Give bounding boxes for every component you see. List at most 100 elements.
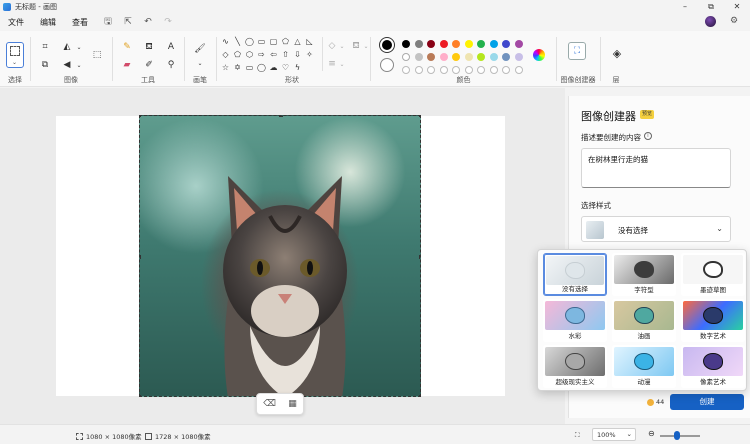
color-swatch[interactable]	[477, 40, 485, 48]
style-option[interactable]: 像素艺术	[681, 345, 745, 388]
color-swatch[interactable]	[402, 53, 410, 61]
undo-icon[interactable]: ↶	[140, 15, 156, 29]
erase-background-icon[interactable]: ⌫	[263, 399, 276, 409]
chevron-down-icon[interactable]: ⌄	[71, 58, 87, 72]
style-option[interactable]: 字符型	[612, 253, 676, 296]
color-swatch[interactable]	[477, 53, 485, 61]
share-icon[interactable]: ⇱	[120, 15, 136, 29]
style-option[interactable]: 数字艺术	[681, 299, 745, 342]
callout-rect-icon[interactable]: ▭	[244, 62, 255, 73]
maximize-button[interactable]: ⧉	[698, 0, 724, 13]
selection-tool-button[interactable]: ⌄	[6, 42, 24, 68]
oval-shape-icon[interactable]: ◯	[244, 36, 255, 47]
info-icon[interactable]: i	[644, 132, 652, 140]
resize-handle[interactable]	[140, 255, 141, 259]
left-arrow-shape-icon[interactable]: ⇦	[268, 49, 279, 60]
menu-edit[interactable]: 编辑	[32, 17, 64, 28]
style-option[interactable]: 水彩	[543, 299, 607, 342]
resize-handle[interactable]	[140, 395, 141, 396]
callout-oval-icon[interactable]: ◯	[256, 62, 267, 73]
four-point-star-icon[interactable]: ✧	[304, 49, 315, 60]
crop-icon[interactable]: ⌗	[37, 40, 53, 54]
color-swatch[interactable]	[514, 53, 523, 61]
chevron-down-icon[interactable]: ⌄	[71, 40, 87, 54]
color-swatch[interactable]	[452, 53, 460, 61]
diamond-shape-icon[interactable]: ◇	[220, 49, 231, 60]
color-swatch[interactable]	[464, 53, 473, 61]
polygon-shape-icon[interactable]: ⬠	[280, 36, 291, 47]
pentagon-shape-icon[interactable]: ⬠	[232, 49, 243, 60]
custom-color-slot[interactable]	[452, 66, 460, 74]
style-option[interactable]: 墨迹草图	[681, 253, 745, 296]
six-point-star-icon[interactable]: ✡	[232, 62, 243, 73]
resize-handle[interactable]	[279, 116, 283, 117]
resize-handle[interactable]	[140, 116, 141, 117]
zoom-dropdown[interactable]: 100% ⌄	[592, 428, 636, 441]
custom-color-slot[interactable]	[502, 66, 510, 74]
color-swatch[interactable]	[439, 53, 448, 61]
chevron-down-icon[interactable]: ⌄	[334, 57, 350, 71]
callout-cloud-icon[interactable]: ☁	[268, 62, 279, 73]
resize-handle[interactable]	[419, 255, 420, 259]
primary-color[interactable]	[380, 38, 394, 52]
custom-color-slot[interactable]	[427, 66, 435, 74]
generated-cat-image[interactable]	[139, 115, 421, 397]
edit-colors-icon[interactable]	[533, 49, 545, 61]
create-button[interactable]: 创建	[670, 394, 744, 410]
magnifier-icon[interactable]: ⚲	[163, 58, 179, 72]
chevron-down-icon[interactable]: ⌄	[192, 56, 208, 70]
settings-gear-icon[interactable]: ⚙	[726, 14, 742, 28]
custom-color-slot[interactable]	[402, 66, 410, 74]
resize-handle[interactable]	[419, 395, 420, 396]
style-option[interactable]: 没有选择	[543, 253, 607, 296]
text-icon[interactable]: A	[163, 40, 179, 54]
zoom-slider[interactable]	[660, 435, 700, 437]
secondary-color[interactable]	[380, 58, 394, 72]
menu-file[interactable]: 文件	[0, 17, 32, 28]
color-swatch[interactable]	[427, 40, 435, 48]
color-picker-icon[interactable]: ✐	[141, 58, 157, 72]
style-option[interactable]: 动漫	[612, 345, 676, 388]
zoom-slider-thumb[interactable]	[674, 431, 680, 440]
style-option[interactable]: 油画	[612, 299, 676, 342]
color-swatch[interactable]	[452, 40, 460, 48]
color-swatch[interactable]	[464, 40, 473, 48]
layers-icon[interactable]: ◈	[609, 46, 625, 60]
curve-shape-icon[interactable]: ∿	[220, 36, 231, 47]
color-swatch[interactable]	[414, 40, 423, 48]
account-avatar-icon[interactable]	[705, 16, 716, 27]
save-icon[interactable]: 🖫	[100, 15, 116, 29]
right-triangle-shape-icon[interactable]: ◺	[304, 36, 315, 47]
color-swatch[interactable]	[439, 40, 448, 48]
color-swatch[interactable]	[514, 40, 523, 48]
color-swatch[interactable]	[502, 53, 510, 61]
color-swatch[interactable]	[502, 40, 510, 48]
image-creator-button[interactable]: ⛶	[568, 42, 586, 60]
style-dropdown[interactable]: 没有选择 ⌄	[581, 216, 731, 242]
lightning-shape-icon[interactable]: ϟ	[292, 62, 303, 73]
color-swatch[interactable]	[489, 40, 498, 48]
prompt-input[interactable]: 在树林里行走的猫	[581, 148, 731, 188]
crop-selection-icon[interactable]: ▦	[288, 399, 297, 409]
custom-color-slot[interactable]	[464, 66, 473, 74]
eraser-icon[interactable]: ▰	[119, 58, 135, 72]
color-swatch[interactable]	[402, 40, 410, 48]
line-shape-icon[interactable]: ╲	[232, 36, 243, 47]
right-arrow-shape-icon[interactable]: ⇨	[256, 49, 267, 60]
custom-color-slot[interactable]	[477, 66, 485, 74]
menu-view[interactable]: 查看	[64, 17, 96, 28]
style-option[interactable]: 超级现实主义	[543, 345, 607, 388]
fill-bucket-icon[interactable]: ⛾	[141, 40, 157, 54]
color-swatch[interactable]	[427, 53, 435, 61]
color-swatch[interactable]	[414, 53, 423, 61]
close-button[interactable]: ✕	[724, 0, 750, 13]
hexagon-shape-icon[interactable]: ⬡	[244, 49, 255, 60]
redo-icon[interactable]: ↷	[160, 15, 176, 29]
up-arrow-shape-icon[interactable]: ⇧	[280, 49, 291, 60]
heart-shape-icon[interactable]: ♡	[280, 62, 291, 73]
custom-color-slot[interactable]	[439, 66, 448, 74]
fit-to-window-icon[interactable]: ⛶	[575, 431, 580, 440]
minimize-button[interactable]: –	[672, 0, 698, 13]
rounded-rect-shape-icon[interactable]: ▢	[268, 36, 279, 47]
pencil-icon[interactable]: ✎	[119, 40, 135, 54]
